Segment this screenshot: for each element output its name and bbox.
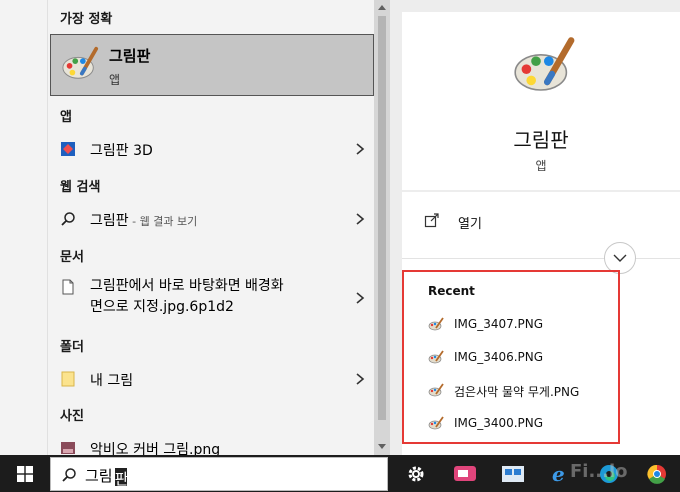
recent-section: Recent IMG_3407.PNG IMG_3406.PNG 검은사막 물약… xyxy=(402,270,620,444)
svg-text:e: e xyxy=(552,463,565,485)
taskbar-app2-button[interactable] xyxy=(490,455,536,492)
result-photo[interactable]: 악비오 커버 그림.png xyxy=(48,432,374,455)
document-line1: 그림판에서 바로 바탕화면 배경화 xyxy=(90,278,284,294)
apps-heading: 앱 xyxy=(60,110,72,125)
paint3d-icon xyxy=(61,142,75,156)
search-query: 그림 xyxy=(85,467,113,485)
windows-logo-icon xyxy=(17,466,33,482)
recent-item-label: IMG_3407.PNG xyxy=(454,317,544,331)
taskbar-settings-button[interactable] xyxy=(394,455,440,492)
recent-item[interactable]: 검은사막 물약 무게.PNG xyxy=(428,380,618,402)
best-match-subtitle: 앱 xyxy=(109,73,121,87)
result-folder[interactable]: 내 그림 xyxy=(48,363,374,395)
web-suffix: - 웹 결과 보기 xyxy=(128,215,198,228)
chevron-right-icon[interactable] xyxy=(354,371,366,387)
app-icon xyxy=(454,466,476,481)
search-icon xyxy=(62,468,76,482)
chevron-right-icon[interactable] xyxy=(354,290,366,306)
result-web-search[interactable]: 그림판 - 웹 결과 보기 xyxy=(48,203,374,235)
best-match-item[interactable]: 그림판 앱 xyxy=(50,34,374,96)
taskbar-chrome-button[interactable] xyxy=(634,455,680,492)
result-web-search-label: 그림판 - 웹 결과 보기 xyxy=(90,210,197,230)
taskbar: 그림 판 e Fi...lo xyxy=(0,455,680,492)
text-caret: 판 xyxy=(114,468,129,488)
scroll-up-arrow-icon[interactable] xyxy=(374,0,390,16)
app-icon xyxy=(502,466,524,482)
settings-icon xyxy=(408,466,424,482)
search-icon xyxy=(61,212,75,226)
scroll-down-arrow-icon[interactable] xyxy=(374,438,390,454)
paint-file-icon xyxy=(428,350,444,364)
recent-item-label: 검은사막 물약 무게.PNG xyxy=(454,385,580,399)
chevron-down-icon xyxy=(613,254,627,262)
paint-file-icon xyxy=(428,416,444,430)
result-document[interactable]: 그림판에서 바로 바탕화면 배경화 면으로 지정.jpg.6p1d2 xyxy=(48,273,374,323)
recent-item[interactable]: IMG_3400.PNG xyxy=(428,413,618,435)
taskbar-app-button[interactable] xyxy=(442,455,488,492)
photo-icon xyxy=(61,442,75,454)
paint-icon xyxy=(62,46,99,79)
result-paint3d-label: 그림판 3D xyxy=(90,143,153,159)
search-query-text: 그림 판 xyxy=(85,465,129,488)
paint-file-icon xyxy=(428,317,444,331)
recent-item[interactable]: IMG_3407.PNG xyxy=(428,314,618,336)
folder-icon xyxy=(61,371,75,387)
web-query: 그림판 xyxy=(90,213,129,229)
chevron-right-icon[interactable] xyxy=(354,211,366,227)
folders-heading: 폴더 xyxy=(60,340,84,355)
best-match-heading: 가장 정확 xyxy=(60,12,113,27)
documents-heading: 문서 xyxy=(60,250,84,265)
divider xyxy=(402,258,680,259)
result-paint3d[interactable]: 그림판 3D xyxy=(48,133,374,165)
result-photo-label: 악비오 커버 그림.png xyxy=(90,442,221,455)
web-search-heading: 웹 검색 xyxy=(60,180,101,195)
open-icon xyxy=(424,213,439,228)
preview-pane: 그림판 앱 열기 Recent IMG_3407.PNG IMG_3406.PN… xyxy=(390,0,680,455)
start-button[interactable] xyxy=(0,455,50,492)
results-scrollbar[interactable] xyxy=(374,0,390,455)
search-results: 가장 정확 그림판 앱 앱 그림판 3D 웹 검색 그림판 - 웹 결과 보기 … xyxy=(48,0,376,455)
chevron-right-icon[interactable] xyxy=(354,141,366,157)
result-document-label: 그림판에서 바로 바탕화면 배경화 면으로 지정.jpg.6p1d2 xyxy=(90,276,284,318)
desktop-strip xyxy=(0,0,48,455)
preview-subtitle: 앱 xyxy=(535,159,547,173)
open-label: 열기 xyxy=(458,217,482,232)
recent-item[interactable]: IMG_3406.PNG xyxy=(428,347,618,369)
recent-item-label: IMG_3400.PNG xyxy=(454,416,544,430)
preview-title: 그림판 xyxy=(513,128,569,152)
paint-file-icon xyxy=(428,383,444,397)
watermark-text: Fi...lo xyxy=(570,461,628,482)
chrome-icon xyxy=(647,464,666,484)
photos-heading: 사진 xyxy=(60,409,84,424)
scroll-thumb[interactable] xyxy=(378,16,386,420)
result-folder-label: 내 그림 xyxy=(90,373,134,389)
document-icon xyxy=(62,279,74,295)
recent-heading: Recent xyxy=(428,284,475,298)
document-line2: 면으로 지정.jpg.6p1d2 xyxy=(90,299,234,315)
recent-item-label: IMG_3406.PNG xyxy=(454,350,544,364)
paint-icon xyxy=(514,37,575,91)
actions-card: 열기 Recent IMG_3407.PNG IMG_3406.PNG 검은사막… xyxy=(402,192,680,455)
app-preview-card: 그림판 앱 xyxy=(402,12,680,190)
best-match-title: 그림판 xyxy=(109,47,151,65)
taskbar-search-input[interactable]: 그림 판 xyxy=(50,457,388,491)
